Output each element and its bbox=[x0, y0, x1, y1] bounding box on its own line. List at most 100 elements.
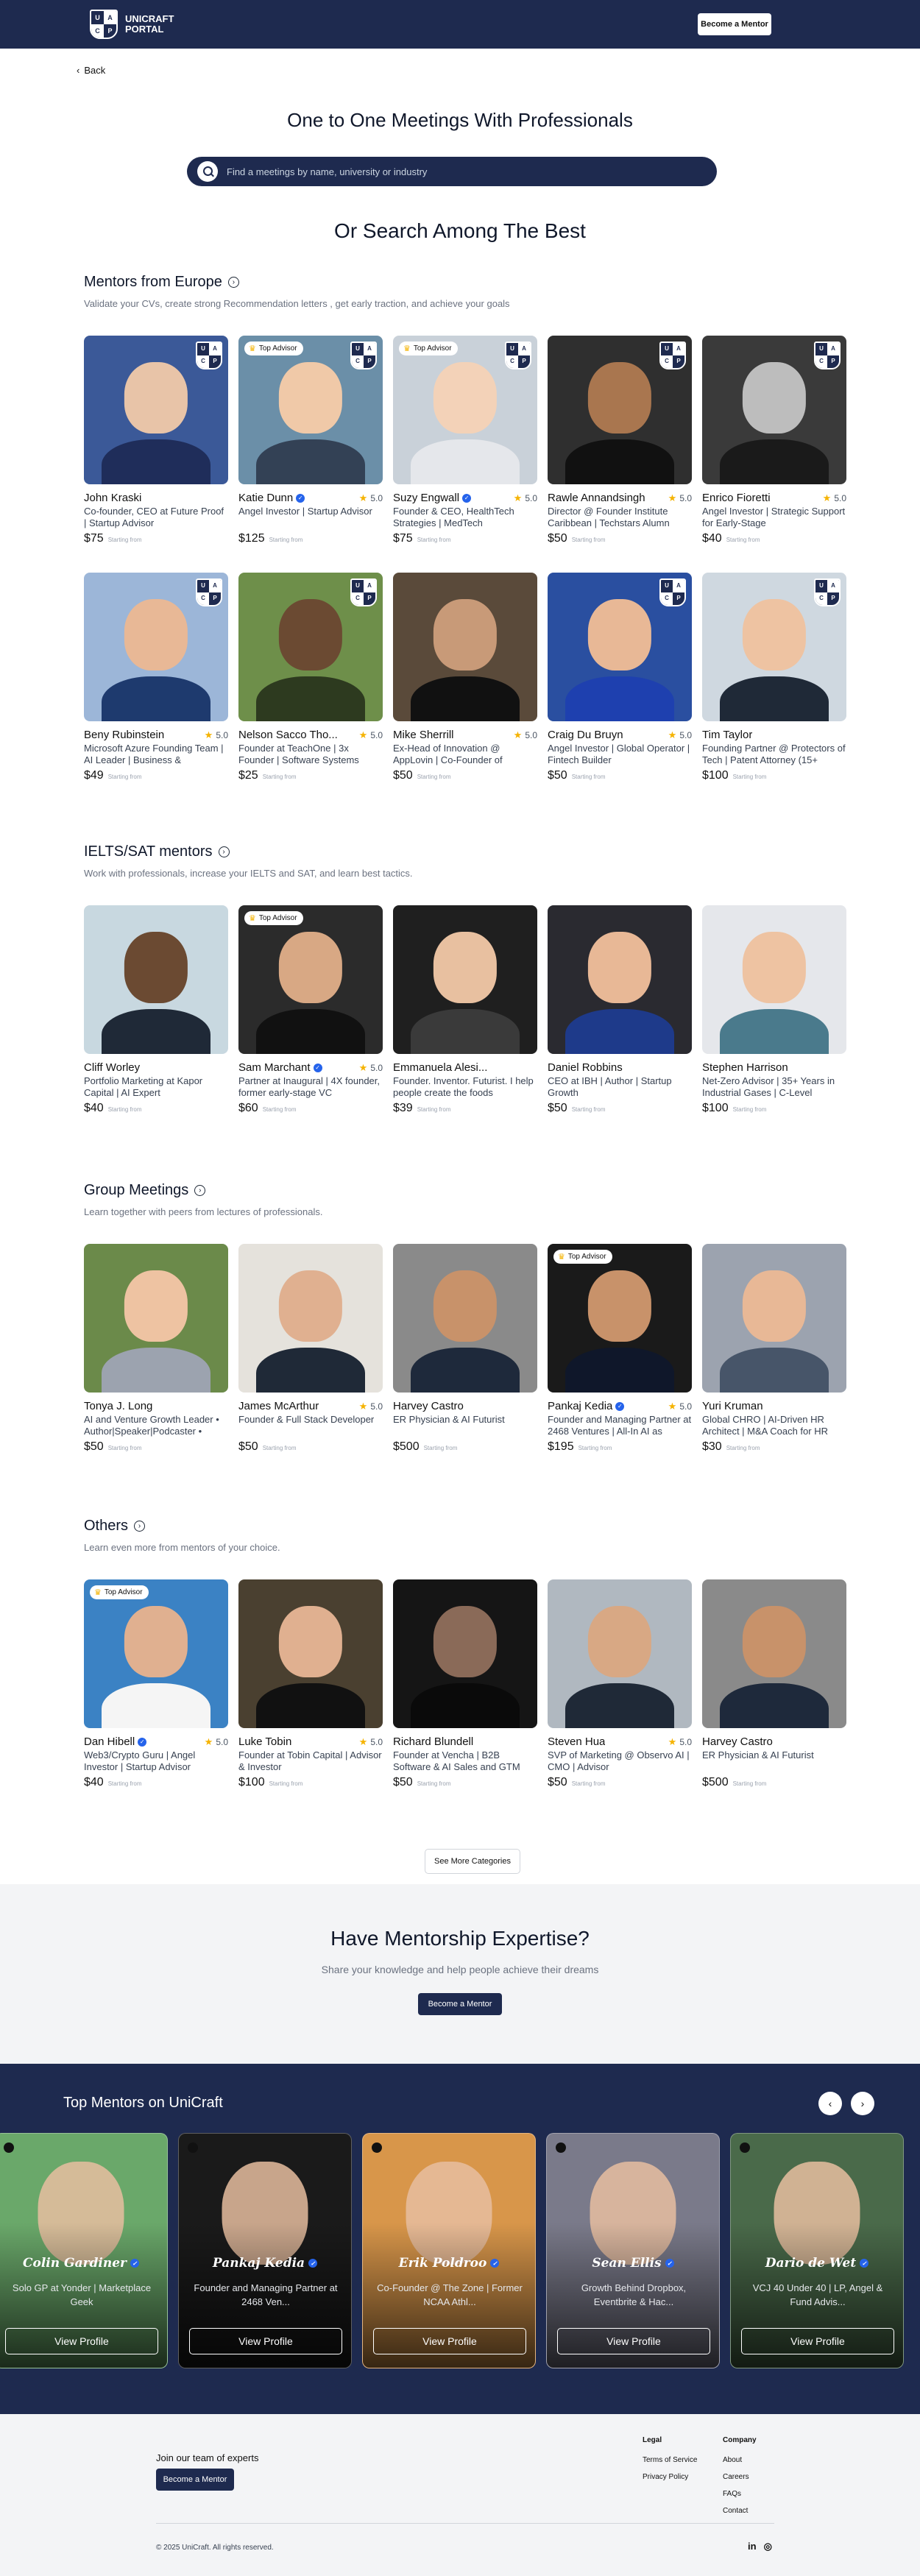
mentor-card[interactable]: ♛ Top Advisor Pankaj Kedia ✓ ★ 5.0 Founder and… bbox=[548, 1244, 692, 1454]
unicraft-logo[interactable]: UACP UNICRAFT PORTAL bbox=[90, 10, 191, 39]
section-title: IELTS/SAT mentors › bbox=[84, 843, 879, 860]
mentor-name: Daniel Robbins bbox=[548, 1061, 623, 1074]
star-icon: ★ bbox=[668, 729, 677, 740]
top-mentor-card[interactable]: Dario de Wet ✓ VCJ 40 Under 40 | LP, Angel… bbox=[730, 2133, 904, 2368]
section-description: Validate your CVs, create strong Recomme… bbox=[84, 298, 510, 309]
star-icon: ★ bbox=[204, 1735, 213, 1747]
linkedin-icon[interactable]: in bbox=[748, 2541, 757, 2552]
mentor-card[interactable]: ♛ Top Advisor U A C P Katie Dunn ✓ ★ 5.0 Angel Inv… bbox=[238, 336, 383, 545]
mentor-card[interactable]: U A C P John Kraski Co-founder, CEO at Future… bbox=[84, 336, 228, 545]
mentor-price: $25 Starting from bbox=[238, 769, 297, 782]
mentor-card[interactable]: Luke Tobin ★ 5.0 Founder at Tobin Capital |… bbox=[238, 1579, 383, 1789]
mentor-card[interactable]: Emmanuela Alesi... Founder. Inventor. Fut… bbox=[393, 905, 537, 1115]
top-mentor-card[interactable]: Erik Poldroo ✓ Co-Founder @ The Zone | For… bbox=[362, 2133, 536, 2368]
mentor-price: $40 Starting from bbox=[702, 532, 760, 545]
section-description: Learn together with peers from lectures … bbox=[84, 1206, 323, 1217]
mentor-card[interactable]: Harvey Castro ER Physician & AI Futurist $… bbox=[393, 1244, 537, 1454]
mentor-card[interactable]: Cliff Worley Portfolio Marketing at Kapor… bbox=[84, 905, 228, 1115]
mentor-card[interactable]: Mike Sherrill ★ 5.0 Ex-Head of Innovation @… bbox=[393, 573, 537, 782]
mentor-card[interactable]: Richard Blundell Founder at Vencha | B2B … bbox=[393, 1579, 537, 1789]
unicraft-badge-icon: UACP bbox=[505, 342, 531, 369]
about-link[interactable]: About bbox=[723, 2456, 757, 2464]
prev-arrow-icon[interactable]: ‹ bbox=[818, 2092, 842, 2115]
star-icon: ★ bbox=[358, 1735, 368, 1747]
mentor-rating: ★ 5.0 bbox=[822, 492, 846, 503]
top-mentors-title: Top Mentors on UniCraft bbox=[63, 2095, 223, 2111]
mentor-card[interactable]: Stephen Harrison Net-Zero Advisor | 35+ Y… bbox=[702, 905, 846, 1115]
arrow-circle-icon[interactable]: › bbox=[227, 277, 239, 288]
mentor-card[interactable]: U A C P Beny Rubinstein ★ 5.0 Microsoft Azure F… bbox=[84, 573, 228, 782]
top-advisor-badge: ♛ Top Advisor bbox=[244, 911, 303, 925]
verified-icon: ✓ bbox=[296, 493, 305, 503]
next-arrow-icon[interactable]: › bbox=[851, 2092, 874, 2115]
mentor-photo bbox=[393, 573, 537, 721]
mentor-rating: ★ 5.0 bbox=[513, 492, 537, 503]
mentor-role: Founder. Inventor. Futurist. I help peop… bbox=[393, 1075, 534, 1098]
top-mentor-card[interactable]: Sean Ellis ✓ Growth Behind Dropbox, Eventb… bbox=[546, 2133, 720, 2368]
mentor-photo bbox=[393, 905, 537, 1054]
privacy-link[interactable]: Privacy Policy bbox=[643, 2473, 697, 2481]
cta-become-mentor-button[interactable]: Become a Mentor bbox=[417, 1993, 503, 2015]
contact-link[interactable]: Contact bbox=[723, 2507, 757, 2515]
mentor-photo: ♛ Top Advisor U A C P bbox=[238, 336, 383, 484]
verified-icon: ✓ bbox=[130, 2259, 140, 2268]
arrow-circle-icon[interactable]: › bbox=[194, 1185, 206, 1196]
search-bar[interactable] bbox=[187, 157, 717, 186]
mentor-role: Founder at Tobin Capital | Advisor & Inv… bbox=[238, 1749, 382, 1772]
mentor-price: $100 Starting from bbox=[702, 769, 767, 782]
mentor-role: ER Physician & AI Futurist bbox=[702, 1749, 814, 1761]
careers-link[interactable]: Careers bbox=[723, 2473, 757, 2481]
become-mentor-button[interactable]: Become a Mentor bbox=[698, 13, 771, 35]
mentor-card[interactable]: James McArthur ★ 5.0 Founder & Full Stack D… bbox=[238, 1244, 383, 1454]
mentor-rating: ★ 5.0 bbox=[358, 492, 383, 503]
unicraft-badge-icon: UACP bbox=[814, 342, 841, 369]
crown-icon: ♛ bbox=[558, 1253, 565, 1262]
mentor-card[interactable]: Daniel Robbins CEO at IBH | Author | Star… bbox=[548, 905, 692, 1115]
mentor-card[interactable]: U A C P Tim Taylor Founding Partner @ Protect… bbox=[702, 573, 846, 782]
top-mentor-card[interactable]: Pankaj Kedia ✓ Founder and Managing Partne… bbox=[178, 2133, 352, 2368]
view-profile-button[interactable]: View Profile bbox=[373, 2328, 526, 2354]
section-2: Group Meetings › Learn together with peers… bbox=[84, 1182, 879, 1453]
faqs-link[interactable]: FAQs bbox=[723, 2490, 757, 2498]
instagram-icon[interactable]: ◎ bbox=[764, 2541, 772, 2552]
mentor-card[interactable]: ♛ Top Advisor Dan Hibell ✓ ★ 5.0 Web3/Crypto G… bbox=[84, 1579, 228, 1789]
mentor-card[interactable]: U A C P Nelson Sacco Tho... ★ 5.0 Founder at Te… bbox=[238, 573, 383, 782]
view-profile-button[interactable]: View Profile bbox=[189, 2328, 342, 2354]
view-profile-button[interactable]: View Profile bbox=[557, 2328, 710, 2354]
mentor-name: James McArthur bbox=[238, 1400, 319, 1412]
view-profile-button[interactable]: View Profile bbox=[741, 2328, 894, 2354]
search-input[interactable] bbox=[227, 166, 668, 177]
copyright: © 2025 UniCraft. All rights reserved. bbox=[156, 2544, 274, 2552]
mentor-card[interactable]: Harvey Castro ER Physician & AI Futurist $… bbox=[702, 1579, 846, 1789]
star-icon: ★ bbox=[358, 1400, 368, 1412]
mentor-card[interactable]: Tonya J. Long AI and Venture Growth Leade… bbox=[84, 1244, 228, 1454]
mentor-price: $500 Starting from bbox=[702, 1776, 767, 1788]
terms-link[interactable]: Terms of Service bbox=[643, 2456, 697, 2464]
crown-icon: ♛ bbox=[94, 1588, 102, 1597]
star-icon: ★ bbox=[668, 492, 677, 503]
see-more-button[interactable]: See More Categories bbox=[425, 1849, 520, 1874]
view-profile-button[interactable]: View Profile bbox=[5, 2328, 158, 2354]
cta-title: Have Mentorship Expertise? bbox=[330, 1927, 590, 1950]
arrow-circle-icon[interactable]: › bbox=[218, 846, 230, 857]
search-icon[interactable] bbox=[197, 161, 218, 182]
mentor-card[interactable]: Yuri Kruman Global CHRO | AI-Driven HR Ar… bbox=[702, 1244, 846, 1454]
mentor-card[interactable]: U A C P Craig Du Bruyn ★ 5.0 Angel Investor | G… bbox=[548, 573, 692, 782]
arrow-circle-icon[interactable]: › bbox=[134, 1521, 146, 1532]
footer-become-mentor-button[interactable]: Become a Mentor bbox=[156, 2469, 234, 2491]
top-advisor-badge: ♛ Top Advisor bbox=[244, 342, 303, 355]
mentor-card[interactable]: Steven Hua ★ 5.0 SVP of Marketing @ Observo… bbox=[548, 1579, 692, 1789]
back-link[interactable]: ‹ Back bbox=[77, 65, 105, 76]
top-mentor-card[interactable]: Colin Gardiner ✓ Solo GP at Yonder | Marke… bbox=[0, 2133, 168, 2368]
mentor-role: Web3/Crypto Guru | Angel Investor | Star… bbox=[84, 1749, 196, 1772]
mentor-price: $50 Starting from bbox=[548, 769, 606, 782]
crown-icon: ♛ bbox=[403, 344, 411, 353]
mentor-card[interactable]: U A C P Enrico Fioretti ★ 5.0 Angel Investor | … bbox=[702, 336, 846, 545]
mentor-card[interactable]: ♛ Top Advisor Sam Marchant ✓ ★ 5.0 Partner at … bbox=[238, 905, 383, 1115]
top-mentor-name: Sean Ellis ✓ bbox=[547, 2256, 719, 2271]
mentor-rating: ★ 5.0 bbox=[358, 729, 383, 740]
mentor-price: $50 Starting from bbox=[393, 1776, 451, 1788]
unicraft-badge-icon: UACP bbox=[350, 342, 377, 369]
mentor-card[interactable]: ♛ Top Advisor U A C P Suzy Engwall ✓ ★ 5.0 Founder… bbox=[393, 336, 537, 545]
mentor-card[interactable]: U A C P Rawle Annandsingh ★ 5.0 Director @ Foun… bbox=[548, 336, 692, 545]
